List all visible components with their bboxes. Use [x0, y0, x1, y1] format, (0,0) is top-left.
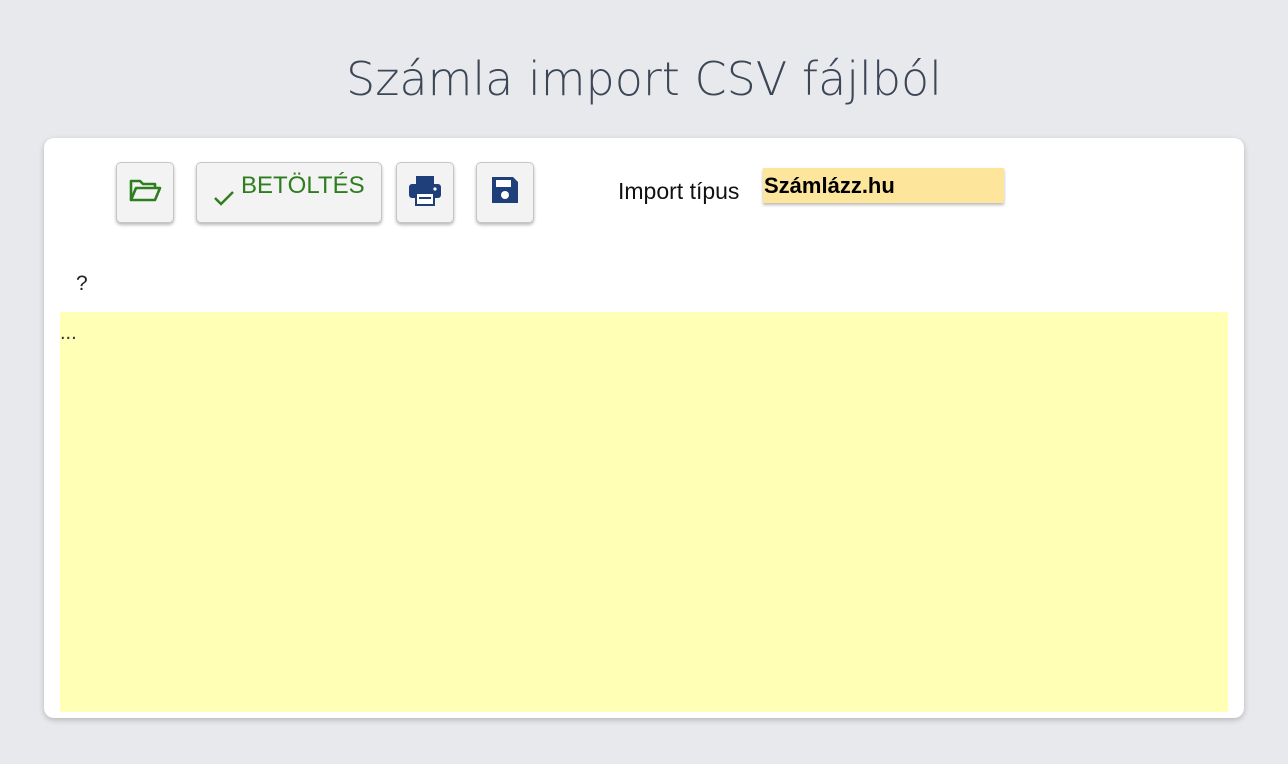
- open-file-button[interactable]: [116, 162, 174, 223]
- import-type-select[interactable]: Számlázz.hu: [763, 168, 1004, 203]
- check-icon: [213, 189, 235, 212]
- load-button[interactable]: BETÖLTÉS: [196, 162, 382, 223]
- import-panel: BETÖLTÉS Import típus Számlázz.hu ? ...: [44, 138, 1244, 718]
- save-button[interactable]: [476, 162, 534, 223]
- floppy-disk-icon: [490, 175, 520, 210]
- folder-open-icon: [128, 176, 162, 209]
- import-type-label: Import típus: [618, 178, 740, 204]
- help-mark[interactable]: ?: [76, 272, 88, 296]
- page-title: Számla import CSV fájlból: [346, 52, 942, 106]
- load-button-label: BETÖLTÉS: [241, 171, 365, 199]
- print-button[interactable]: [396, 162, 454, 223]
- printer-icon: [408, 174, 442, 211]
- csv-content-area[interactable]: ...: [60, 312, 1228, 712]
